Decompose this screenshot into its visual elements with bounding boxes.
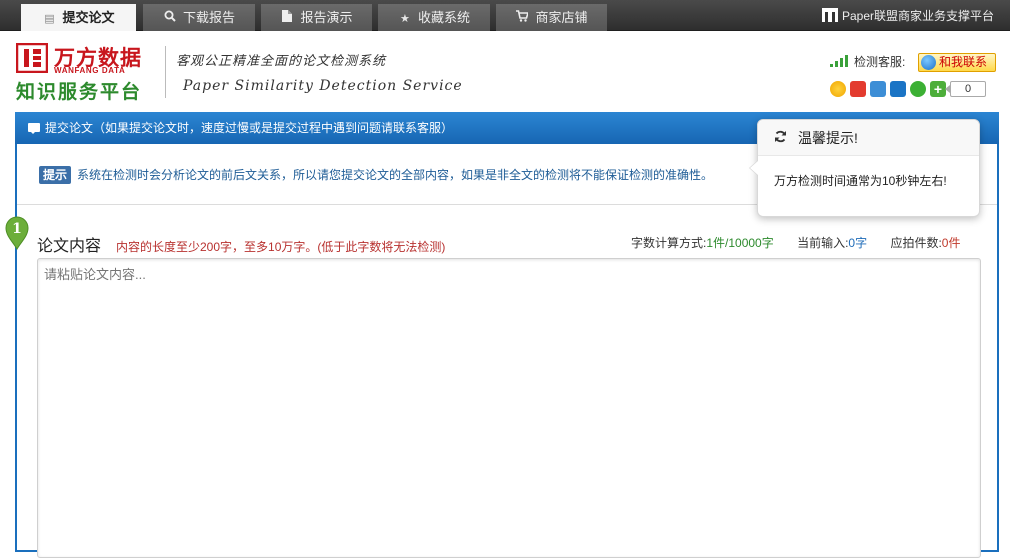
- platform-link-text: Paper联盟商家业务支撑平台: [841, 9, 994, 23]
- popover-body: 万方检测时间通常为10秒钟左右!: [774, 174, 947, 188]
- tab-merchant-store[interactable]: 商家店铺: [496, 4, 607, 31]
- tab-label: 下载报告: [182, 10, 235, 25]
- panel-title: 提交论文（如果提交论文时，速度过慢或是提交过程中遇到问题请联系客服）: [45, 121, 454, 135]
- slogan-chinese: 客观公正精准全面的论文检测系统: [176, 54, 387, 69]
- cart-icon: [515, 6, 530, 33]
- top-nav-bar: ▤ 提交论文 下载报告 报告演示 ★ 收藏系统 商家店铺 Paper联盟商家业务支撑…: [0, 0, 1010, 31]
- tab-submit-paper[interactable]: ▤ 提交论文: [21, 4, 136, 31]
- paper-union-logo-icon: [821, 8, 838, 22]
- platform-link[interactable]: Paper联盟商家业务支撑平台: [821, 8, 994, 24]
- star-icon: ★: [400, 13, 410, 25]
- tab-label: 收藏系统: [417, 10, 470, 25]
- word-count-stats: 字数计算方式:1件/10000字 当前输入:0字 应拍件数:0件: [631, 234, 960, 251]
- contact-label: 和我联系: [939, 55, 988, 69]
- qq-icon: [921, 55, 936, 70]
- current-input-value: 0字: [848, 236, 868, 250]
- slogan-english: Paper Similarity Detection Service: [183, 78, 463, 94]
- section-title: 论文内容: [37, 238, 102, 255]
- tab-collection-system[interactable]: ★ 收藏系统: [378, 4, 490, 31]
- refresh-icon: [774, 120, 788, 156]
- pieces-value: 0件: [941, 236, 961, 250]
- tab-label: 商家店铺: [535, 10, 588, 25]
- tip-badge: 提示: [39, 166, 72, 184]
- paper-content-textarea[interactable]: [37, 258, 981, 558]
- length-requirement-note: 内容的长度至少200字，至多10万字。(低于此字数将无法检测): [116, 240, 446, 254]
- file-icon: [280, 6, 294, 33]
- tab-label: 报告演示: [300, 10, 353, 25]
- qzone-share-icon[interactable]: [830, 81, 846, 97]
- header-divider: [165, 46, 166, 98]
- contact-me-button[interactable]: 和我联系: [918, 53, 996, 72]
- tip-popover: 温馨提示! 万方检测时间通常为10秒钟左右!: [749, 119, 980, 217]
- tencent-weibo-share-icon[interactable]: [870, 81, 886, 97]
- method-label: 字数计算方式:: [631, 236, 707, 250]
- method-value: 1件/10000字: [706, 236, 774, 250]
- tip-text: 系统在检测时会分析论文的前后文关系，所以请您提交论文的全部内容，如果是非全文的检…: [77, 168, 714, 182]
- popover-header: 温馨提示!: [758, 120, 979, 156]
- current-input-label: 当前输入:: [797, 236, 849, 250]
- pieces-label: 应拍件数:: [890, 236, 942, 250]
- popover-title: 温馨提示!: [798, 130, 858, 146]
- signal-icon: [830, 55, 848, 67]
- service-label: 检测客服:: [854, 55, 906, 69]
- wechat-share-icon[interactable]: [910, 81, 926, 97]
- weibo-share-icon[interactable]: [850, 81, 866, 97]
- comment-icon: [28, 123, 40, 134]
- wanfang-logo-icon: [16, 43, 48, 73]
- renren-share-icon[interactable]: [890, 81, 906, 97]
- tip-row: 提示 系统在检测时会分析论文的前后文关系，所以请您提交论文的全部内容，如果是非全文…: [39, 166, 713, 184]
- logo-english-name: WANFANG DATA: [54, 66, 126, 75]
- step-marker-icon: 1: [5, 216, 29, 250]
- share-count: 0: [945, 81, 986, 97]
- tab-download-report[interactable]: 下载报告: [143, 4, 255, 31]
- step-number: 1: [12, 221, 22, 237]
- more-share-icon[interactable]: +: [930, 81, 946, 97]
- customer-service: 检测客服:: [830, 53, 905, 70]
- document-icon: ▤: [44, 13, 55, 25]
- search-icon: [163, 6, 177, 33]
- tab-report-demo[interactable]: 报告演示: [261, 4, 372, 31]
- tab-label: 提交论文: [62, 10, 115, 25]
- platform-name: 知识服务平台: [16, 81, 143, 103]
